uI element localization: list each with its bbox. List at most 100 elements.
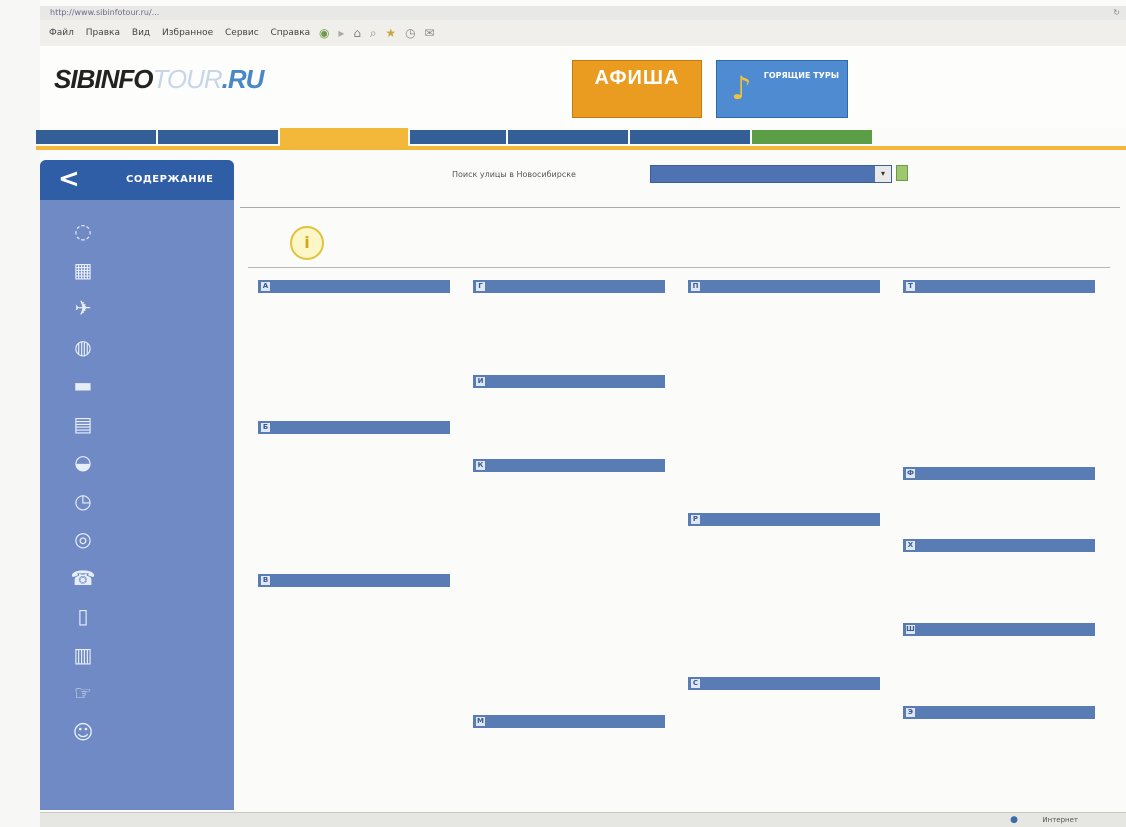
category-link[interactable] [688,606,880,618]
category-link[interactable] [688,442,880,454]
category-link[interactable] [688,594,880,606]
sidebar-item[interactable]: ▤ [40,405,234,443]
category-link[interactable] [688,735,880,747]
sidebar-header[interactable]: < СОДЕРЖАНИЕ [40,160,234,200]
nav-tab[interactable] [508,130,630,144]
menu-favorites[interactable]: Избранное [162,28,213,38]
address-bar[interactable]: http://www.sibinfotour.ru/... ↻ [40,6,1126,21]
category-link[interactable] [258,525,450,537]
category-link[interactable] [473,422,665,434]
category-link[interactable] [258,315,450,327]
menu-help[interactable]: Справка [271,28,311,38]
category-link[interactable] [903,350,1095,362]
menu-view[interactable]: Вид [132,28,150,38]
category-link[interactable] [688,571,880,583]
category-link[interactable] [258,361,450,373]
category-link[interactable] [473,517,665,529]
category-link[interactable] [473,350,665,362]
category-link[interactable] [688,583,880,595]
category-link[interactable] [473,551,665,563]
favorites-icon[interactable]: ★ [385,26,396,40]
category-link[interactable] [903,396,1095,408]
mail-icon[interactable]: ✉ [424,26,434,40]
back-icon[interactable]: ◉ [319,26,329,40]
category-link[interactable] [903,315,1095,327]
category-link[interactable] [903,514,1095,526]
category-link[interactable] [473,609,665,621]
sidebar-item[interactable]: ☺ [40,713,234,751]
category-link[interactable] [258,514,450,526]
category-link[interactable] [473,678,665,690]
category-link[interactable] [258,468,450,480]
hot-tours-banner[interactable]: ♪ ГОРЯЩИЕ ТУРЫ [716,60,848,118]
search-go-button[interactable] [896,165,908,181]
nav-tab[interactable] [410,130,508,144]
category-link[interactable] [903,373,1095,385]
category-link[interactable] [473,586,665,598]
category-link[interactable] [473,410,665,422]
category-link[interactable] [903,681,1095,693]
category-link[interactable] [258,327,450,339]
sidebar-item[interactable]: ◒ [40,443,234,481]
category-link[interactable] [258,373,450,385]
category-link[interactable] [473,574,665,586]
category-link[interactable] [688,373,880,385]
sidebar-item[interactable]: ▥ [40,636,234,674]
category-link[interactable] [258,350,450,362]
category-link[interactable] [473,433,665,445]
category-link[interactable] [258,632,450,644]
category-link[interactable] [473,563,665,575]
category-link[interactable] [903,338,1095,350]
nav-tab[interactable] [280,128,410,146]
category-link[interactable] [473,655,665,667]
category-link[interactable] [688,465,880,477]
forward-icon[interactable]: ▸ [338,26,344,40]
category-link[interactable] [903,327,1095,339]
category-link[interactable] [258,456,450,468]
category-link[interactable] [473,689,665,701]
category-link[interactable] [473,632,665,644]
sidebar-item[interactable]: ◷ [40,482,234,520]
nav-tab[interactable] [36,130,158,144]
category-link[interactable] [258,655,450,667]
category-link[interactable] [473,620,665,632]
nav-tab[interactable] [630,130,752,144]
address-url[interactable]: http://www.sibinfotour.ru/... [40,8,159,17]
category-link[interactable] [688,419,880,431]
category-link[interactable] [258,396,450,408]
category-link[interactable] [903,419,1095,431]
street-select[interactable]: ▾ [650,165,892,183]
sidebar-item[interactable]: ▬ [40,366,234,404]
category-link[interactable] [903,586,1095,598]
category-link[interactable] [258,491,450,503]
category-link[interactable] [688,453,880,465]
category-link[interactable] [688,640,880,652]
category-link[interactable] [688,747,880,759]
category-link[interactable] [688,384,880,396]
category-link[interactable] [473,540,665,552]
category-link[interactable] [258,609,450,621]
category-link[interactable] [258,620,450,632]
category-link[interactable] [688,652,880,664]
category-link[interactable] [903,597,1095,609]
sidebar-item[interactable]: ☞ [40,674,234,712]
category-link[interactable] [473,338,665,350]
afisha-banner[interactable]: АФИША [572,60,702,118]
category-link[interactable] [688,629,880,641]
sidebar-item[interactable]: ▦ [40,251,234,289]
category-link[interactable] [258,548,450,560]
home-icon[interactable]: ⌂ [353,26,361,40]
nav-tab[interactable] [158,130,280,144]
search-icon[interactable]: ⌕ [370,26,377,41]
category-link[interactable] [258,689,450,701]
category-link[interactable] [903,384,1095,396]
category-link[interactable] [688,560,880,572]
category-link[interactable] [903,669,1095,681]
category-link[interactable] [903,442,1095,454]
category-link[interactable] [688,315,880,327]
category-link[interactable] [688,338,880,350]
category-link[interactable] [688,396,880,408]
nav-tab[interactable] [752,130,874,144]
sidebar-item[interactable]: ◎ [40,520,234,558]
category-link[interactable] [688,327,880,339]
